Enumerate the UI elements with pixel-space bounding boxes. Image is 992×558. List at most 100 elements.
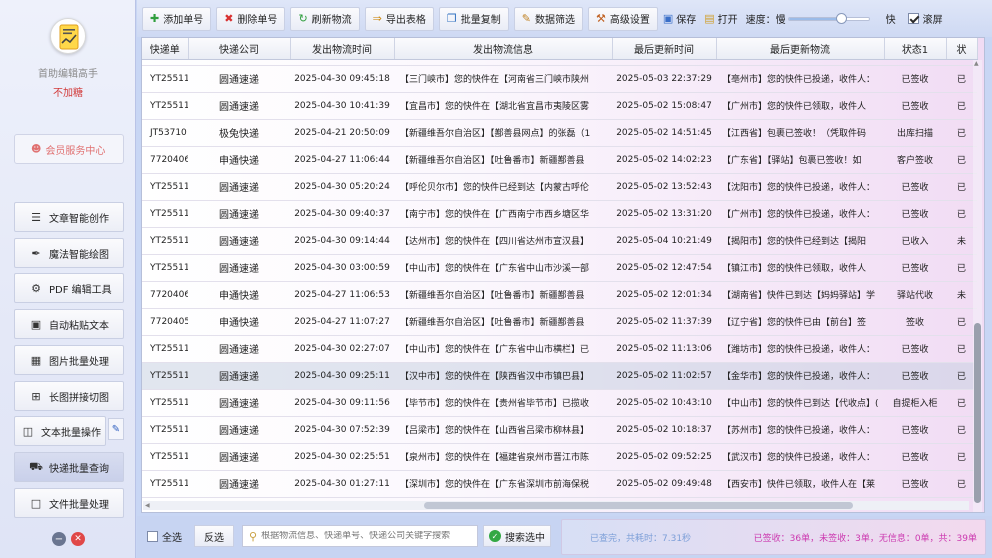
sidebar-item-pdf[interactable]: ⚙ PDF 编辑工具 — [14, 273, 124, 303]
autoscroll-checkbox[interactable]: 滚屏 — [907, 11, 943, 26]
sidebar-item-express[interactable]: ⛟ 快递批量查询 — [14, 452, 124, 482]
table-row[interactable]: YT25511 圆通速递 2025-04-30 02:27:07 【中山市】您的快件在… — [142, 335, 977, 363]
toolbar: ✚ 添加单号 ✖ 删除单号 ↻ 刷新物流 ⇒ 导出表格 ❐ 批量复制 ✎ 数据筛… — [137, 0, 992, 37]
app-subtitle[interactable]: 不加糖 — [0, 84, 136, 99]
status-counts-text: 已签收：36单，未签收：3单，无信息：0单，共：39单 — [753, 534, 977, 544]
select-all-label: 全选 — [162, 533, 182, 544]
tracking-number-cell: YT25511 — [142, 362, 188, 390]
checkbox-icon[interactable] — [907, 13, 919, 24]
table-row[interactable]: YT25511 圆通速递 2025-04-30 05:20:24 【呼伦贝尔市】您的快… — [142, 173, 977, 201]
table-row[interactable]: YT25511 圆通速递 2025-04-30 01:27:11 【深圳市】您的快件在… — [142, 470, 977, 498]
table-row[interactable]: YT25511 圆通速递 2025-04-30 09:40:37 【南宁市】您的快件在… — [142, 200, 977, 228]
sidebar-item-text[interactable]: ◫ 文本批量操作 — [14, 416, 106, 446]
batch-copy-button[interactable]: ❐ 批量复制 — [438, 6, 509, 31]
scroll-left-icon[interactable]: ◀ — [145, 502, 150, 509]
courier-company-cell: 圆通速递 — [188, 335, 290, 363]
advanced-settings-button[interactable]: ⚒ 高级设置 — [587, 6, 658, 31]
export-icon: ⇒ — [372, 12, 382, 25]
table-row[interactable]: 7720405 申通快递 2025-04-27 11:07:27 【新疆维吾尔自治区】… — [142, 308, 977, 336]
select-all-checkbox[interactable]: 全选 — [147, 529, 182, 544]
save-button[interactable]: ▣ 保存 — [663, 11, 696, 26]
last-update-time-cell: 2025-05-02 14:51:45 — [612, 119, 716, 147]
ship-info-cell: 【新疆维吾尔自治区】【吐鲁番市】新疆鄯善县 — [394, 281, 612, 309]
sidebar-item-article[interactable]: ☰ 文章智能创作 — [14, 202, 124, 232]
sidebar-item-paste[interactable]: ▣ 自动粘贴文本 — [14, 309, 124, 339]
table-row[interactable]: YT25511 圆通速递 2025-04-30 10:41:39 【宜昌市】您的快件在… — [142, 92, 977, 120]
speed-slider[interactable] — [787, 12, 870, 24]
vertical-scrollbar[interactable]: ▲ — [973, 60, 982, 512]
courier-company-cell: 圆通速递 — [188, 443, 290, 471]
table-row[interactable]: JT53710 极兔快递 2025-04-21 20:50:09 【新疆维吾尔自治区】… — [142, 119, 977, 147]
column-header[interactable]: 最后更新时间 — [612, 38, 717, 60]
search-input[interactable] — [261, 531, 462, 541]
ship-time-cell: 2025-04-30 09:45:18 — [290, 65, 394, 93]
table-row[interactable]: YT25511 圆通速递 2025-04-30 09:14:44 【达州市】您的快件在… — [142, 227, 977, 255]
open-button[interactable]: ▤ 打开 — [704, 11, 737, 26]
export-table-button[interactable]: ⇒ 导出表格 — [364, 6, 434, 31]
column-header[interactable]: 状态1 — [884, 38, 947, 60]
sidebar-item-label: 图片批量处理 — [49, 356, 109, 368]
ship-time-cell: 2025-04-27 11:06:53 — [290, 281, 394, 309]
courier-company-cell: 圆通速递 — [188, 65, 290, 93]
bottom-bar: 全选 反选 ⚲ ✓ 搜索选中 已查完，共耗时：7.31秒 已签收：36单，未签收… — [137, 516, 992, 558]
table-row[interactable]: YT25511 圆通速递 2025-04-30 09:45:18 【三门峡市】您的快件… — [142, 65, 977, 93]
column-header[interactable]: 快递单 — [142, 38, 189, 60]
last-update-info-cell: 【广州市】您的快件已投递，收件人： — [716, 200, 884, 228]
last-update-time-cell: 2025-05-02 14:02:23 — [612, 146, 716, 174]
ship-info-cell: 【宜昌市】您的快件在【湖北省宜昌市夷陵区雾 — [394, 92, 612, 120]
last-update-info-cell: 【镇江市】您的快件已领取，收件人 — [716, 254, 884, 282]
text-icon: ◫ — [22, 424, 34, 438]
ship-time-cell: 2025-04-21 20:50:09 — [290, 119, 394, 147]
sidebar-item-file[interactable]: □ 文件批量处理 — [14, 488, 124, 518]
ship-time-cell: 2025-04-30 05:20:24 — [290, 173, 394, 201]
column-header[interactable]: 发出物流信息 — [394, 38, 613, 60]
filter-data-button[interactable]: ✎ 数据筛选 — [513, 6, 583, 31]
table-row[interactable]: YT25511 圆通速递 2025-04-30 07:52:39 【吕梁市】您的快件在… — [142, 416, 977, 444]
minimize-button[interactable]: − — [52, 532, 66, 546]
status-cell: 驿站代收 — [884, 281, 946, 309]
refresh-logistics-button[interactable]: ↻ 刷新物流 — [290, 6, 360, 31]
sidebar-item-image[interactable]: ▦ 图片批量处理 — [14, 345, 124, 375]
table-row[interactable]: YT25511 圆通速递 2025-04-30 09:25:11 【汉中市】您的快件在… — [142, 362, 977, 390]
column-header[interactable]: 快递公司 — [188, 38, 291, 60]
table-row[interactable]: YT25511 圆通速递 2025-04-30 03:00:59 【中山市】您的快件在… — [142, 254, 977, 282]
checkbox-icon[interactable] — [147, 531, 158, 542]
delete-tracking-button[interactable]: ✖ 删除单号 — [216, 6, 286, 31]
table-row[interactable]: YT25511 圆通速递 2025-04-30 02:25:51 【泉州市】您的快件在… — [142, 443, 977, 471]
courier-company-cell: 圆通速递 — [188, 362, 290, 390]
tracking-number-cell: 7720405 — [142, 308, 188, 336]
table-row[interactable]: 7720406 申通快递 2025-04-27 11:06:53 【新疆维吾尔自治区】… — [142, 281, 977, 309]
add-tracking-button[interactable]: ✚ 添加单号 — [142, 6, 212, 31]
ship-time-cell: 2025-04-27 11:07:27 — [290, 308, 394, 336]
vertical-scroll-thumb[interactable] — [974, 323, 981, 503]
last-update-info-cell: 【江西省】包裹已签收！（凭取件码 — [716, 119, 884, 147]
sidebar-item-drawing[interactable]: ✒ 魔法智能绘图 — [14, 238, 124, 268]
last-update-time-cell: 2025-05-03 22:37:29 — [612, 65, 716, 93]
column-header[interactable]: 最后更新物流 — [716, 38, 885, 60]
filter-label: 数据筛选 — [534, 15, 575, 26]
edit-icon[interactable]: ✎ — [108, 418, 124, 440]
search-box[interactable]: ⚲ — [242, 525, 478, 547]
sidebar-item-longimage[interactable]: ⊞ 长图拼接切图 — [14, 381, 124, 411]
status-cell: 已签收 — [884, 470, 946, 498]
member-center-button[interactable]: ☻ 会员服务中心 — [14, 134, 124, 164]
table-row[interactable]: YT25511 圆通速递 2025-04-30 09:11:56 【毕节市】您的快件在… — [142, 389, 977, 417]
check-icon: ✓ — [489, 530, 501, 542]
ship-info-cell: 【毕节市】您的快件在【贵州省毕节市】已揽收 — [394, 389, 612, 417]
ship-time-cell: 2025-04-30 01:27:11 — [290, 470, 394, 498]
close-button[interactable]: ✕ — [71, 532, 85, 546]
tracking-number-cell: YT25511 — [142, 416, 188, 444]
last-update-info-cell: 【金华市】您的快件已投递，收件人： — [716, 362, 884, 390]
invert-selection-button[interactable]: 反选 — [194, 525, 234, 547]
speed-slider-knob[interactable] — [835, 12, 847, 24]
search-selected-button[interactable]: ✓ 搜索选中 — [483, 525, 551, 547]
horizontal-scrollbar[interactable]: ◀ — [143, 501, 969, 510]
column-header[interactable]: 发出物流时间 — [290, 38, 395, 60]
horizontal-scroll-thumb[interactable] — [423, 502, 854, 509]
scroll-up-icon[interactable]: ▲ — [974, 60, 979, 67]
speed-slider-fill — [788, 17, 841, 20]
table-row[interactable]: 7720406 申通快递 2025-04-27 11:06:44 【新疆维吾尔自治区】… — [142, 146, 977, 174]
truck-icon: ⛟ — [29, 459, 43, 473]
last-update-time-cell: 2025-05-02 10:43:10 — [612, 389, 716, 417]
column-header[interactable]: 状 — [946, 38, 978, 60]
